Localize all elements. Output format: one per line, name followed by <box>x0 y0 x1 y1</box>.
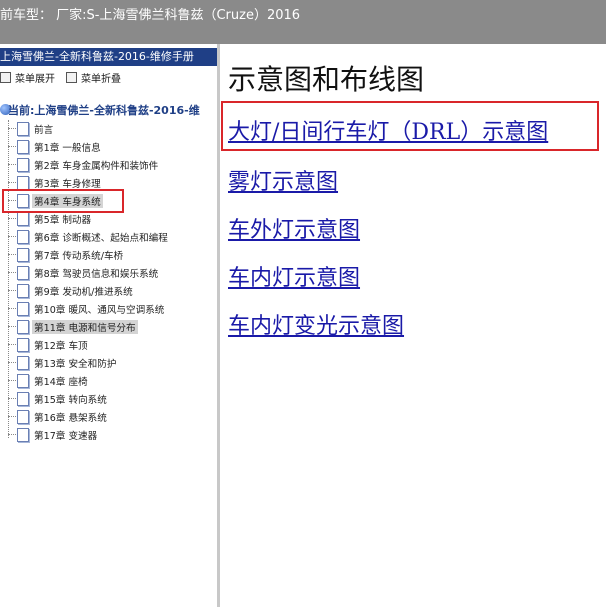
document-icon <box>17 356 29 370</box>
tree-item-chapter-14[interactable]: 第14章 座椅 <box>0 372 217 389</box>
document-icon <box>17 122 29 136</box>
tree-item-chapter-12[interactable]: 第12章 车顶 <box>0 336 217 353</box>
tree-item-label: 第12章 车顶 <box>34 341 88 352</box>
tree-item-label: 第3章 车身修理 <box>34 179 101 190</box>
collapse-menu-button[interactable]: 菜单折叠 <box>66 70 121 85</box>
navigation-panel: 上海雪佛兰-全新科鲁兹-2016-维修手册 菜单展开 菜单折叠 当前:上海雪佛兰… <box>0 44 217 607</box>
link-interior-lamp-diagram[interactable]: 车内灯示意图 <box>228 260 360 292</box>
tree-item-chapter-11[interactable]: 第11章 电源和信号分布 <box>0 318 217 335</box>
menu-toolbar: 菜单展开 菜单折叠 <box>0 67 217 87</box>
manual-title: 上海雪佛兰-全新科鲁兹-2016-维修手册 <box>0 48 217 66</box>
document-icon <box>17 284 29 298</box>
tree-item-chapter-16[interactable]: 第16章 悬架系统 <box>0 408 217 425</box>
tree-item-label: 第13章 安全和防护 <box>34 359 117 370</box>
document-icon <box>17 158 29 172</box>
document-icon <box>17 338 29 352</box>
chapter-4-highlight-box <box>2 189 124 213</box>
link-fog-lamp-diagram[interactable]: 雾灯示意图 <box>228 164 338 196</box>
expand-menu-button[interactable]: 菜单展开 <box>0 70 55 85</box>
document-icon <box>17 302 29 316</box>
tree-item-chapter-8[interactable]: 第8章 驾驶员信息和娱乐系统 <box>0 264 217 281</box>
tree-item-chapter-6[interactable]: 第6章 诊断概述、起始点和编程 <box>0 228 217 245</box>
tree-root-label: 当前:上海雪佛兰-全新科鲁兹-2016-维 <box>8 104 200 117</box>
tree-item-label: 第9章 发动机/推进系统 <box>34 287 133 298</box>
document-icon <box>17 140 29 154</box>
expand-icon <box>0 72 11 83</box>
tree-item-label: 第6章 诊断概述、起始点和编程 <box>34 233 168 244</box>
tree-item-label: 第10章 暖风、通风与空调系统 <box>34 305 165 316</box>
document-icon <box>17 410 29 424</box>
tree-item-label: 第7章 传动系统/车桥 <box>34 251 124 262</box>
tree-item-label: 第14章 座椅 <box>34 377 88 388</box>
tree-root[interactable]: 当前:上海雪佛兰-全新科鲁兹-2016-维 <box>0 102 217 118</box>
tree-item-chapter-7[interactable]: 第7章 传动系统/车桥 <box>0 246 217 263</box>
drl-link-highlight-box <box>221 101 599 151</box>
document-icon <box>17 266 29 280</box>
document-icon <box>17 212 29 226</box>
tree-item-label: 第15章 转向系统 <box>34 395 107 406</box>
tree-item-chapter-1[interactable]: 第1章 一般信息 <box>0 138 217 155</box>
tree-item-chapter-15[interactable]: 第15章 转向系统 <box>0 390 217 407</box>
tree-item-label: 第5章 制动器 <box>34 215 92 226</box>
tree-item-label: 第8章 驾驶员信息和娱乐系统 <box>34 269 159 280</box>
document-icon <box>17 320 29 334</box>
document-icon <box>17 176 29 190</box>
tree-item-label: 第2章 车身金属构件和装饰件 <box>34 161 159 172</box>
collapse-menu-label: 菜单折叠 <box>81 74 121 85</box>
page-title: 示意图和布线图 <box>228 63 425 96</box>
tree-item-label: 第16章 悬架系统 <box>34 413 107 424</box>
document-icon <box>17 428 29 442</box>
vehicle-title: 前车型： 厂家:S-上海雪佛兰科鲁兹（Cruze）2016 <box>0 8 301 23</box>
tree-item-label: 第1章 一般信息 <box>34 143 101 154</box>
tree-item-chapter-17[interactable]: 第17章 变速器 <box>0 426 217 443</box>
document-icon <box>17 374 29 388</box>
tree-item-chapter-9[interactable]: 第9章 发动机/推进系统 <box>0 282 217 299</box>
link-exterior-lamp-diagram[interactable]: 车外灯示意图 <box>228 212 360 244</box>
tree-item-chapter-10[interactable]: 第10章 暖风、通风与空调系统 <box>0 300 217 317</box>
collapse-icon <box>66 72 77 83</box>
tree-item-label: 第17章 变速器 <box>34 431 98 442</box>
tree-item-label: 第11章 电源和信号分布 <box>32 320 138 334</box>
document-icon <box>17 392 29 406</box>
expand-menu-label: 菜单展开 <box>15 74 55 85</box>
tree-item-chapter-2[interactable]: 第2章 车身金属构件和装饰件 <box>0 156 217 173</box>
tree-item-label: 前言 <box>34 125 54 136</box>
link-interior-dimming-diagram[interactable]: 车内灯变光示意图 <box>228 308 404 340</box>
document-icon <box>17 248 29 262</box>
tree-item-chapter-13[interactable]: 第13章 安全和防护 <box>0 354 217 371</box>
title-bar: 前车型： 厂家:S-上海雪佛兰科鲁兹（Cruze）2016 <box>0 0 606 44</box>
document-icon <box>17 230 29 244</box>
tree-item-preface[interactable]: 前言 <box>0 120 217 137</box>
content-area: 示意图和布线图 大灯/日间行车灯（DRL）示意图 雾灯示意图 车外灯示意图 车内… <box>220 44 606 607</box>
